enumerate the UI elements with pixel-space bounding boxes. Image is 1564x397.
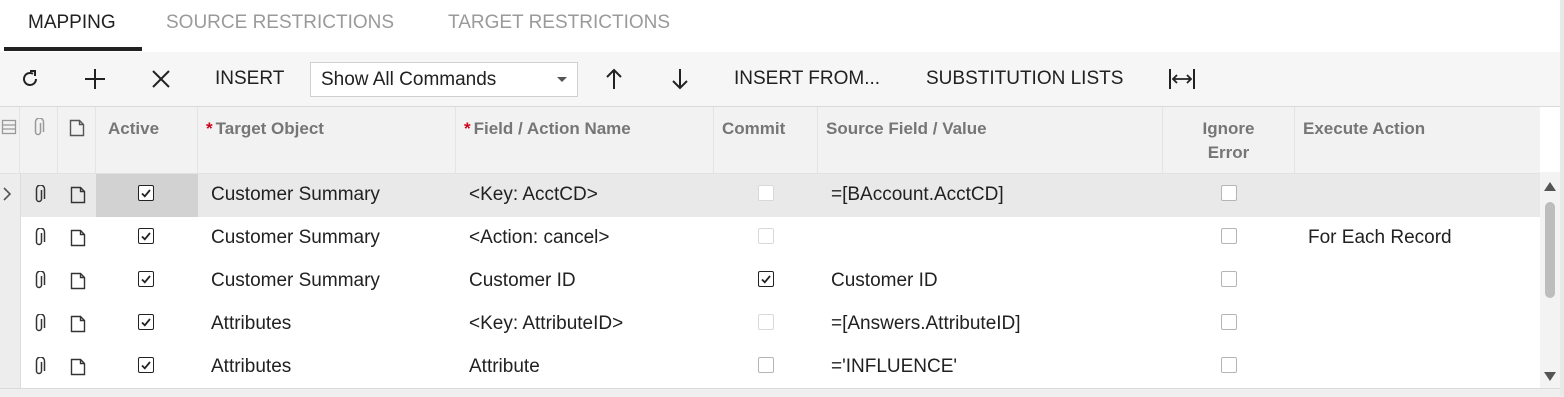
active-checkbox[interactable] [138,228,154,244]
active-cell[interactable] [96,346,198,389]
insert-button[interactable]: INSERT [215,52,284,106]
tab-source-restrictions[interactable]: SOURCE RESTRICTIONS [166,0,394,50]
row-selector[interactable] [0,174,21,217]
field-action-cell[interactable]: <Key: AttributeID> [469,303,623,346]
active-cell[interactable] [96,217,198,260]
row-selector[interactable] [0,260,21,303]
active-checkbox[interactable] [138,185,154,201]
field-action-cell[interactable]: Customer ID [469,260,576,303]
scroll-down-icon[interactable] [1544,372,1556,381]
chevron-right-icon [2,186,12,207]
note-icon[interactable] [70,186,86,209]
insert-from-button[interactable]: INSERT FROM... [734,52,880,106]
col-source-field-value[interactable]: Source Field / Value [818,107,1163,173]
paperclip-icon[interactable] [32,356,46,382]
commit-checkbox[interactable] [758,271,774,287]
target-object-cell[interactable]: Attributes [211,346,291,389]
command-select-value: Show All Commands [321,69,497,90]
commit-checkbox[interactable] [758,357,774,373]
target-object-cell[interactable]: Customer Summary [211,174,380,217]
active-tab-indicator [4,47,142,51]
active-checkbox[interactable] [138,271,154,287]
tab-mapping[interactable]: MAPPING [28,0,116,50]
field-action-cell[interactable]: <Key: AcctCD> [469,174,598,217]
active-cell[interactable] [96,303,198,346]
col-target-object[interactable]: * Target Object [198,107,456,173]
substitution-lists-button[interactable]: SUBSTITUTION LISTS [926,52,1123,106]
table-row[interactable]: Attributes <Key: AttributeID> =[Answers.At… [0,303,1540,347]
commit-checkbox [758,228,774,244]
row-selector[interactable] [0,303,21,346]
active-cell[interactable] [96,260,198,303]
col-ignore-error[interactable]: Ignore Error [1163,107,1295,173]
vertical-scrollbar[interactable] [1540,172,1560,388]
source-field-cell[interactable]: =[Answers.AttributeID] [831,303,1021,346]
command-select[interactable]: Show All Commands [310,62,578,97]
paperclip-icon[interactable] [32,227,46,253]
ignore-error-checkbox[interactable] [1221,357,1237,373]
table-row[interactable]: Customer Summary <Action: cancel> For Each… [0,217,1540,261]
scrollbar-thumb[interactable] [1545,202,1555,298]
note-icon[interactable] [70,315,86,338]
row-selector-header[interactable] [0,107,20,173]
grid-header: Active * Target Object * Field / Action Na… [0,107,1540,174]
col-commit[interactable]: Commit [714,107,818,173]
ignore-error-checkbox[interactable] [1221,314,1237,330]
chevron-down-icon [557,77,567,82]
target-object-cell[interactable]: Customer Summary [211,260,380,303]
paperclip-icon [31,117,45,143]
source-field-cell[interactable]: Customer ID [831,260,938,303]
required-marker: * [464,119,471,138]
note-icon[interactable] [70,272,86,295]
ignore-error-checkbox[interactable] [1221,185,1237,201]
refresh-icon[interactable] [15,64,45,94]
commit-checkbox [758,185,774,201]
target-object-cell[interactable]: Attributes [211,303,291,346]
table-row[interactable]: Customer Summary <Key: AcctCD> =[BAccount.… [0,174,1540,218]
window-edge [1560,0,1564,396]
toolbar: INSERT Show All Commands INSERT FROM... … [0,52,1560,107]
row-selector[interactable] [0,217,21,260]
target-object-cell[interactable]: Customer Summary [211,217,380,260]
row-selector[interactable] [0,346,21,389]
active-checkbox[interactable] [138,314,154,330]
active-cell[interactable] [96,174,198,217]
paperclip-icon[interactable] [32,184,46,210]
paperclip-icon[interactable] [32,270,46,296]
source-field-cell[interactable]: =[BAccount.AcctCD] [831,174,1004,217]
active-checkbox[interactable] [138,357,154,373]
paperclip-icon[interactable] [32,313,46,339]
tab-target-restrictions[interactable]: TARGET RESTRICTIONS [448,0,670,50]
fit-columns-icon[interactable] [1167,64,1197,94]
scroll-up-icon[interactable] [1544,182,1556,191]
notes-header [58,107,96,173]
mapping-grid: Active * Target Object * Field / Action Na… [0,107,1540,390]
col-active[interactable]: Active [96,107,198,173]
tab-bar: MAPPING SOURCE RESTRICTIONS TARGET RESTR… [0,0,1560,53]
execute-action-cell[interactable]: For Each Record [1308,217,1452,260]
table-row[interactable]: Attributes Attribute ='INFLUENCE' [0,346,1540,390]
source-field-cell[interactable]: ='INFLUENCE' [831,346,957,389]
required-marker: * [206,119,213,138]
note-icon[interactable] [70,358,86,381]
note-icon[interactable] [70,229,86,252]
ignore-error-checkbox[interactable] [1221,271,1237,287]
arrow-up-icon[interactable] [599,64,629,94]
col-execute-action[interactable]: Execute Action [1295,107,1540,173]
arrow-down-icon[interactable] [665,64,695,94]
close-icon[interactable] [146,64,176,94]
table-row[interactable]: Customer Summary Customer ID Customer ID [0,260,1540,304]
attachments-header [20,107,58,173]
ignore-error-checkbox[interactable] [1221,228,1237,244]
field-action-cell[interactable]: Attribute [469,346,540,389]
settings-icon[interactable] [1,119,17,140]
commit-checkbox [758,314,774,330]
plus-icon[interactable] [80,64,110,94]
col-field-action-name[interactable]: * Field / Action Name [456,107,714,173]
field-action-cell[interactable]: <Action: cancel> [469,217,609,260]
note-icon [69,119,85,142]
